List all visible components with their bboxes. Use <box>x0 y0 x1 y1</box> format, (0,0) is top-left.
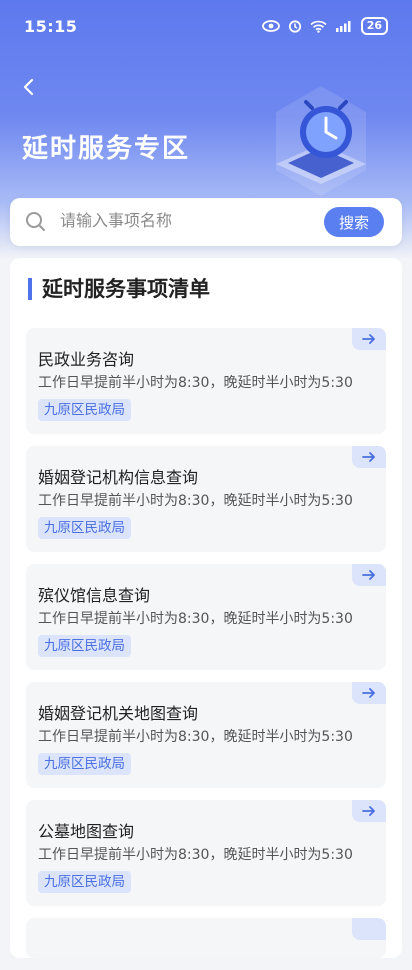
alarm-icon <box>288 20 301 33</box>
item-tag: 九原区民政局 <box>38 871 131 893</box>
list-item[interactable]: 婚姻登记机构信息查询 工作日早提前半小时为8:30，晚延时半小时为5:30 九原… <box>26 446 386 552</box>
search-bar: 搜索 <box>10 198 402 246</box>
item-tag: 九原区民政局 <box>38 399 131 421</box>
eye-icon <box>261 20 280 32</box>
arrow-right-icon[interactable] <box>352 918 386 940</box>
arrow-right-icon[interactable] <box>352 328 386 350</box>
item-time: 工作日早提前半小时为8:30，晚延时半小时为5:30 <box>38 847 353 863</box>
battery-icon: 26 <box>360 17 388 35</box>
wifi-icon <box>310 20 327 33</box>
section-title: 延时服务事项清单 <box>28 278 210 300</box>
back-button[interactable] <box>16 75 40 99</box>
arrow-right-icon[interactable] <box>352 800 386 822</box>
status-icons: 26 <box>261 17 388 35</box>
item-name: 民政业务咨询 <box>38 350 135 369</box>
item-name: 婚姻登记机构信息查询 <box>38 468 199 487</box>
status-bar: 15:15 26 <box>0 0 412 52</box>
item-name: 殡仪馆信息查询 <box>38 586 151 605</box>
page-title: 延时服务专区 <box>22 134 191 164</box>
arrow-right-icon[interactable] <box>352 682 386 704</box>
status-time: 15:15 <box>24 16 78 36</box>
list-item[interactable]: 公墓地图查询 工作日早提前半小时为8:30，晚延时半小时为5:30 九原区民政局 <box>26 800 386 906</box>
item-tag: 九原区民政局 <box>38 517 131 539</box>
service-list: 民政业务咨询 工作日早提前半小时为8:30，晚延时半小时为5:30 九原区民政局… <box>26 328 386 970</box>
list-item[interactable]: 婚姻登记机关地图查询 工作日早提前半小时为8:30，晚延时半小时为5:30 九原… <box>26 682 386 788</box>
list-item[interactable] <box>26 918 386 958</box>
item-time: 工作日早提前半小时为8:30，晚延时半小时为5:30 <box>38 493 353 509</box>
item-name: 婚姻登记机关地图查询 <box>38 704 199 723</box>
search-input[interactable] <box>58 212 310 232</box>
search-icon <box>26 212 45 231</box>
item-time: 工作日早提前半小时为8:30，晚延时半小时为5:30 <box>38 611 353 627</box>
list-item[interactable]: 殡仪馆信息查询 工作日早提前半小时为8:30，晚延时半小时为5:30 九原区民政… <box>26 564 386 670</box>
item-tag: 九原区民政局 <box>38 635 131 657</box>
arrow-right-icon[interactable] <box>352 564 386 586</box>
item-time: 工作日早提前半小时为8:30，晚延时半小时为5:30 <box>38 729 353 745</box>
chevron-left-icon <box>23 78 34 96</box>
service-list-panel: 延时服务事项清单 民政业务咨询 工作日早提前半小时为8:30，晚延时半小时为5:… <box>10 258 402 958</box>
signal-icon <box>335 21 351 32</box>
clock-illustration <box>276 86 366 196</box>
item-name: 公墓地图查询 <box>38 822 135 841</box>
item-time: 工作日早提前半小时为8:30，晚延时半小时为5:30 <box>38 375 353 391</box>
item-tag: 九原区民政局 <box>38 753 131 775</box>
arrow-right-icon[interactable] <box>352 446 386 468</box>
search-button[interactable]: 搜索 <box>324 207 384 237</box>
list-item[interactable]: 民政业务咨询 工作日早提前半小时为8:30，晚延时半小时为5:30 九原区民政局 <box>26 328 386 434</box>
